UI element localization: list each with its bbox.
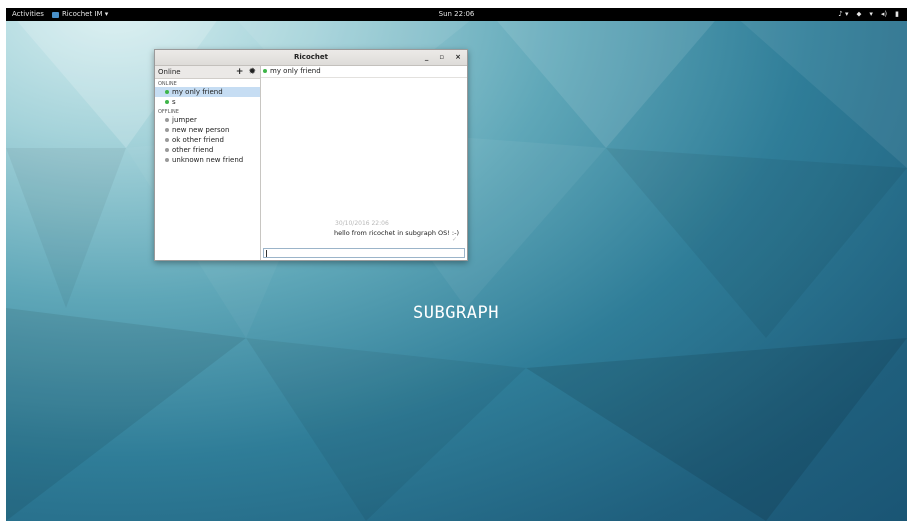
online-status-icon bbox=[165, 100, 169, 104]
contact-item[interactable]: new new person bbox=[155, 125, 260, 135]
clock[interactable]: Sun 22:06 bbox=[6, 8, 907, 21]
offline-group-label: OFFLINE bbox=[158, 109, 179, 115]
contact-item[interactable]: other friend bbox=[155, 145, 260, 155]
battery-icon[interactable]: ▮ bbox=[895, 8, 899, 21]
contact-item[interactable]: jumper bbox=[155, 115, 260, 125]
offline-status-icon bbox=[165, 158, 169, 162]
contact-name: unknown new friend bbox=[172, 156, 244, 164]
status-selector[interactable]: Online bbox=[158, 68, 181, 76]
status-header: Online + ✹ bbox=[155, 66, 260, 79]
contact-item[interactable]: unknown new friend bbox=[155, 155, 260, 165]
online-group-label: ONLINE bbox=[158, 81, 177, 87]
online-status-icon bbox=[165, 90, 169, 94]
window-titlebar[interactable]: Ricochet _ ▫ × bbox=[155, 50, 467, 66]
offline-status-icon bbox=[165, 118, 169, 122]
volume-icon[interactable]: ◂) bbox=[881, 8, 887, 21]
message-timestamp: 30/10/2016 22:06 bbox=[335, 220, 389, 227]
minimize-button[interactable]: _ bbox=[425, 50, 429, 65]
chat-contact-name: my only friend bbox=[270, 67, 321, 75]
maximize-button[interactable]: ▫ bbox=[439, 50, 444, 65]
chat-pane: my only friend 30/10/2016 22:06 hello fr… bbox=[261, 66, 467, 260]
message-text: hello from ricochet in subgraph OS! :-) bbox=[333, 229, 459, 237]
contact-name: jumper bbox=[172, 116, 197, 124]
contact-name: ok other friend bbox=[172, 136, 224, 144]
network-icon[interactable]: ▾ bbox=[869, 8, 873, 21]
contact-name: my only friend bbox=[172, 88, 223, 96]
brightness-icon[interactable]: ⬥ bbox=[856, 8, 861, 21]
close-button[interactable]: × bbox=[455, 50, 461, 65]
contact-name: other friend bbox=[172, 146, 214, 154]
plus-icon[interactable]: + bbox=[236, 66, 244, 78]
contact-name: new new person bbox=[172, 126, 230, 134]
text-caret bbox=[266, 250, 267, 257]
offline-status-icon bbox=[165, 148, 169, 152]
offline-status-icon bbox=[165, 128, 169, 132]
ricochet-window: Ricochet _ ▫ × Online + ✹ ONLINE my only… bbox=[154, 49, 468, 261]
contact-item[interactable]: ok other friend bbox=[155, 135, 260, 145]
accessibility-icon[interactable]: ♪ ▾ bbox=[838, 8, 848, 21]
subgraph-logo-text: SUBGRAPH bbox=[413, 303, 499, 323]
contact-name: s bbox=[172, 98, 176, 106]
window-title: Ricochet bbox=[294, 53, 328, 61]
contact-item[interactable]: my only friend bbox=[155, 87, 260, 97]
contact-sidebar: Online + ✹ ONLINE my only friend s OFFLI… bbox=[155, 66, 261, 260]
online-status-icon bbox=[263, 69, 267, 73]
top-bar: Activities Ricochet IM ▾ Sun 22:06 ♪ ▾ ⬥… bbox=[6, 8, 907, 21]
message-input[interactable] bbox=[263, 248, 465, 258]
contact-item[interactable]: s bbox=[155, 97, 260, 107]
gear-icon[interactable]: ✹ bbox=[248, 66, 256, 78]
delivered-icon: ✓ bbox=[451, 236, 457, 243]
system-tray[interactable]: ♪ ▾ ⬥ ▾ ◂) ▮ bbox=[838, 8, 899, 21]
chat-header: my only friend bbox=[261, 66, 467, 78]
offline-status-icon bbox=[165, 138, 169, 142]
